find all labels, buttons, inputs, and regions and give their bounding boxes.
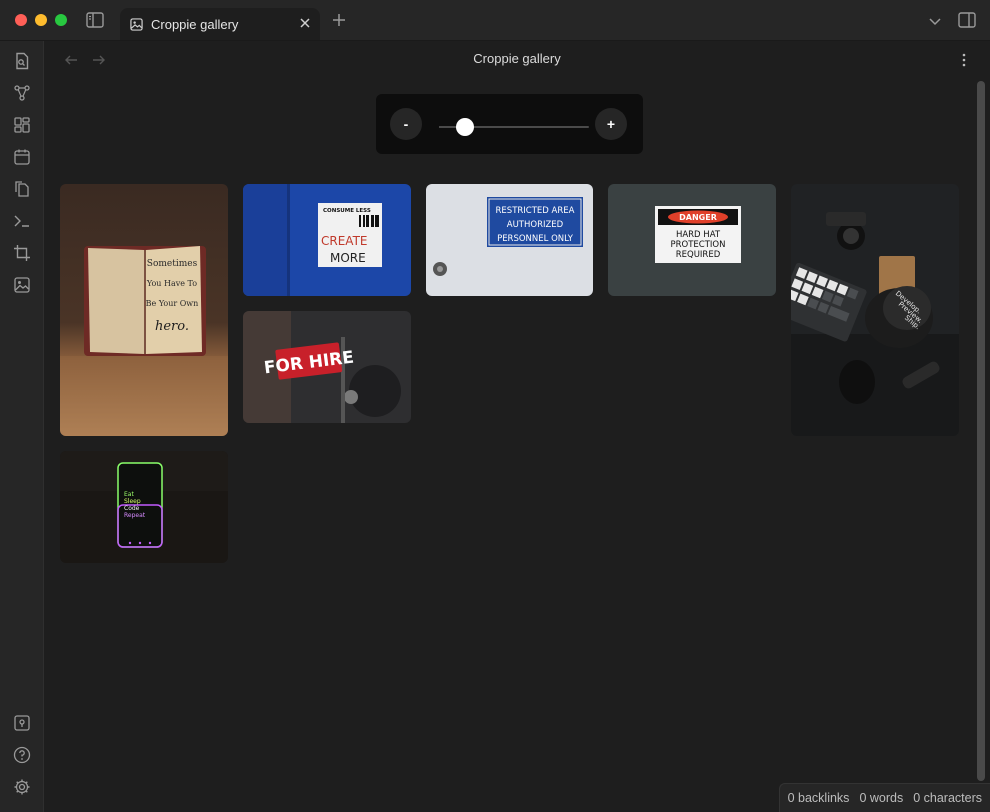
main-view: Croppie gallery - + Sometimes You Have T… xyxy=(44,41,990,812)
gallery-image-for-hire[interactable]: FOR HIRE xyxy=(243,311,411,423)
view-title: Croppie gallery xyxy=(473,51,561,66)
character-count: 0 characters xyxy=(913,791,982,805)
crop-icon[interactable] xyxy=(10,241,34,265)
new-tab-icon[interactable] xyxy=(330,11,348,29)
svg-text:PERSONNEL ONLY: PERSONNEL ONLY xyxy=(497,234,574,244)
copy-files-icon[interactable] xyxy=(10,177,34,201)
settings-gear-icon[interactable] xyxy=(10,775,34,799)
right-sidebar-toggle-icon[interactable] xyxy=(956,10,978,30)
svg-text:Sleep: Sleep xyxy=(124,498,141,505)
graph-view-icon[interactable] xyxy=(10,81,34,105)
zoom-out-button[interactable]: - xyxy=(390,108,422,140)
svg-text:AUTHORIZED: AUTHORIZED xyxy=(507,220,564,230)
gallery-image-danger-sign[interactable]: DANGER HARD HAT PROTECTION REQUIRED xyxy=(608,184,776,296)
title-bar: Croppie gallery xyxy=(0,0,990,41)
notebook-text: Sometimes xyxy=(147,259,198,269)
svg-text:HARD HAT: HARD HAT xyxy=(676,230,721,240)
svg-text:RESTRICTED AREA: RESTRICTED AREA xyxy=(496,206,575,216)
gallery-image-phone-neon[interactable]: Eat Sleep Code Repeat xyxy=(60,451,228,563)
more-options-icon[interactable] xyxy=(954,51,974,69)
scrollbar[interactable] xyxy=(977,81,985,781)
zoom-slider-thumb[interactable] xyxy=(455,118,474,136)
terminal-icon[interactable] xyxy=(10,209,34,233)
dashboard-grid-icon[interactable] xyxy=(10,113,34,137)
svg-text:CONSUME LESS: CONSUME LESS xyxy=(323,208,371,214)
image-icon xyxy=(130,17,143,31)
minimize-window-button[interactable] xyxy=(35,14,47,26)
calendar-icon[interactable] xyxy=(10,145,34,169)
zoom-control-panel: - + xyxy=(376,94,643,154)
zoom-slider[interactable] xyxy=(439,118,589,136)
svg-text:Eat: Eat xyxy=(124,491,134,498)
help-icon[interactable] xyxy=(10,743,34,767)
svg-text:You Have To: You Have To xyxy=(146,279,197,288)
status-bar: 0 backlinks 0 words 0 characters xyxy=(778,783,990,812)
svg-text:Code: Code xyxy=(124,505,140,512)
gallery-image-notebook[interactable]: Sometimes You Have To Be Your Own hero. xyxy=(60,184,228,436)
svg-text:CREATE: CREATE xyxy=(321,234,368,248)
file-search-icon[interactable] xyxy=(10,49,34,73)
svg-text:PROTECTION: PROTECTION xyxy=(671,240,726,250)
tab-croppie-gallery[interactable]: Croppie gallery xyxy=(120,8,320,40)
svg-text:REQUIRED: REQUIRED xyxy=(676,250,721,260)
close-window-button[interactable] xyxy=(15,14,27,26)
gallery-image-restricted-area[interactable]: RESTRICTED AREA AUTHORIZED PERSONNEL ONL… xyxy=(426,184,593,296)
svg-text:Be Your Own: Be Your Own xyxy=(146,299,199,308)
backlinks-count[interactable]: 0 backlinks xyxy=(788,791,850,805)
gallery-image-desk-setup[interactable]: Develop. Preview. Ship. xyxy=(791,184,959,436)
zoom-in-button[interactable]: + xyxy=(595,108,627,140)
ribbon xyxy=(0,41,44,812)
gallery-image-consume-less[interactable]: CONSUME LESS CREATE MORE xyxy=(243,184,411,296)
vault-switcher-icon[interactable] xyxy=(10,711,34,735)
svg-text:MORE: MORE xyxy=(330,251,366,265)
sidebar-toggle-icon[interactable] xyxy=(85,10,105,30)
close-tab-icon[interactable] xyxy=(298,16,312,30)
image-gallery-icon[interactable] xyxy=(10,273,34,297)
tab-title: Croppie gallery xyxy=(151,16,239,32)
word-count: 0 words xyxy=(859,791,904,805)
maximize-window-button[interactable] xyxy=(55,14,67,26)
svg-text:DANGER: DANGER xyxy=(679,213,717,222)
svg-text:Repeat: Repeat xyxy=(124,512,146,519)
chevron-down-icon[interactable] xyxy=(926,12,944,30)
svg-text:hero.: hero. xyxy=(155,319,189,334)
